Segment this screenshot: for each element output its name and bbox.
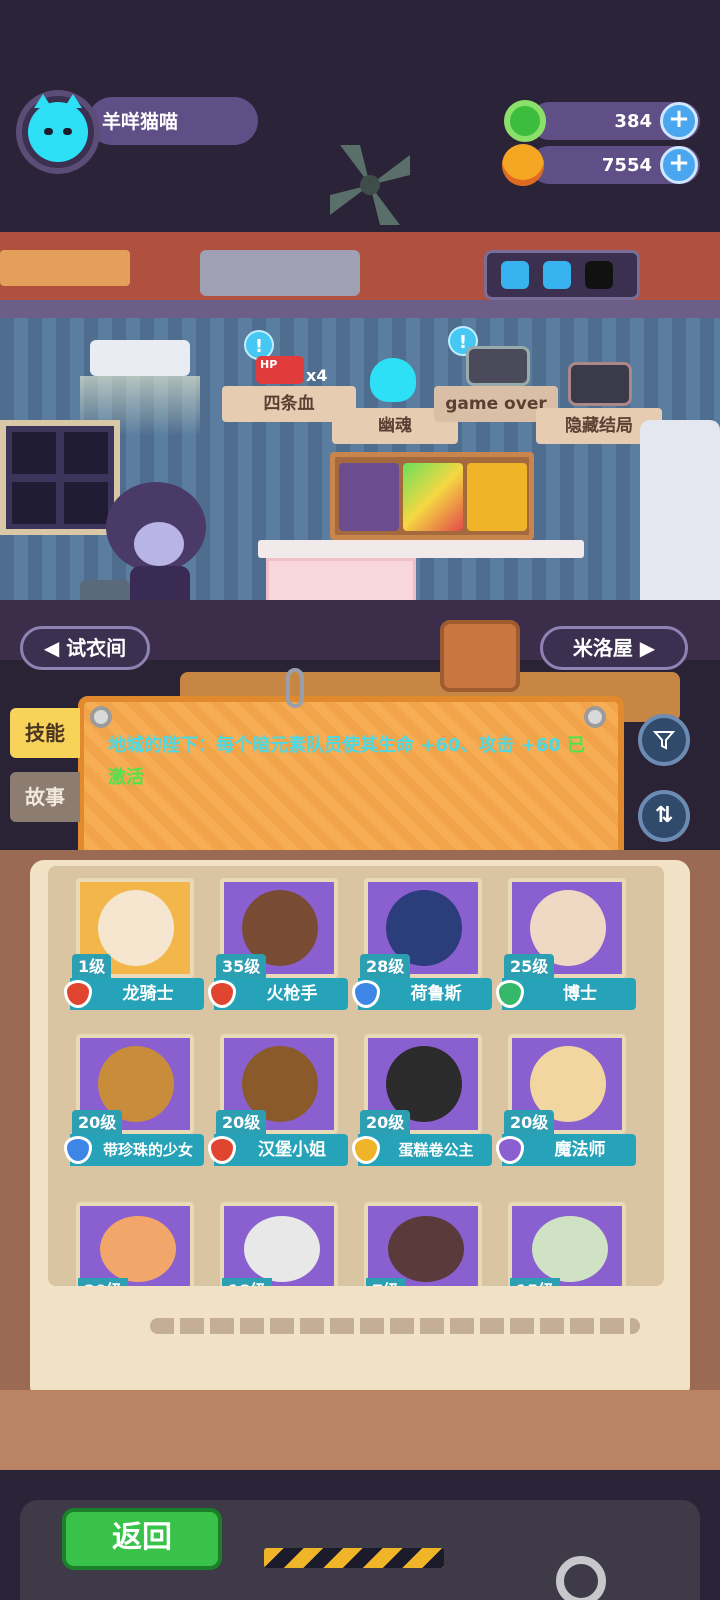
player-name: 羊咩猫喵 xyxy=(102,111,179,133)
trophy-slot xyxy=(339,463,399,531)
filter-icon xyxy=(652,731,676,750)
filter-button[interactable] xyxy=(638,714,690,766)
tab-skill[interactable]: 技能 xyxy=(10,708,80,758)
hero-card-partial[interactable]: 18级 xyxy=(220,1202,338,1286)
energy-battery xyxy=(484,250,640,300)
shelf-vent xyxy=(0,250,130,286)
hero-card-partial[interactable]: 15级 xyxy=(508,1202,626,1286)
hero-card[interactable]: 20级 魔法师 xyxy=(496,1028,636,1168)
hp-battery-icon: HP xyxy=(256,356,304,384)
hero-card-partial[interactable]: 20级 xyxy=(76,1202,194,1286)
sort-button[interactable]: ⇅ xyxy=(638,790,690,842)
hero-level: 25级 xyxy=(504,954,555,980)
hero-level: 18级 xyxy=(222,1278,273,1286)
hero-level: 35级 xyxy=(216,954,267,980)
skull-ghost-icon xyxy=(370,358,416,402)
hero-level: 28级 xyxy=(360,954,411,980)
currency-planet-value: 7554 xyxy=(601,155,652,176)
energy-cell-icon xyxy=(501,261,529,289)
currency-donut-value: 384 xyxy=(614,111,652,132)
shelf-device xyxy=(200,250,360,296)
cat-avatar-icon[interactable] xyxy=(28,94,88,162)
pin-icon xyxy=(90,706,112,728)
add-planet-button[interactable]: + xyxy=(660,146,698,184)
hero-card[interactable]: 20级 带珍珠的少女 xyxy=(64,1028,204,1168)
hero-card[interactable]: 20级 蛋糕卷公主 xyxy=(352,1028,492,1168)
sort-icon: ⇅ xyxy=(654,803,674,828)
trophy-slot xyxy=(403,463,463,531)
book-page-text-blurred xyxy=(150,1318,640,1334)
hero-card-partial[interactable]: 7级 xyxy=(364,1202,482,1286)
hero-card[interactable]: 20级 汉堡小姐 xyxy=(208,1028,348,1168)
book-spine xyxy=(0,1390,720,1470)
milo-house-button[interactable]: 米洛屋 ▶ xyxy=(540,626,688,670)
paperclip-icon xyxy=(286,668,304,708)
shelf-strip xyxy=(0,300,720,318)
hero-row-partial: 20级 18级 7级 15级 xyxy=(48,1196,664,1286)
player-name-plate[interactable]: 羊咩猫喵 xyxy=(88,97,258,145)
tab-story[interactable]: 故事 xyxy=(10,772,80,822)
hero-card[interactable]: 35级 火枪手 xyxy=(208,872,348,1012)
trophy-slot xyxy=(467,463,527,531)
hero-level: 20级 xyxy=(78,1278,129,1286)
empty-cell-icon xyxy=(585,261,613,289)
energy-cell-icon xyxy=(543,261,571,289)
donut-coin-icon xyxy=(504,100,546,142)
planet-gem-icon xyxy=(502,144,544,186)
hero-card[interactable]: 1级 龙骑士 xyxy=(64,872,204,1012)
fitting-room-button[interactable]: ◀ 试衣间 xyxy=(20,626,150,670)
hp-badge: x4 xyxy=(306,366,328,385)
trophy-display-case[interactable] xyxy=(330,452,534,540)
tombstone-tv-icon xyxy=(466,346,530,386)
hero-level: 20级 xyxy=(216,1110,267,1136)
hero-level: 15级 xyxy=(510,1278,561,1286)
skill-text: 地城的陛下：每个暗元素队员使其生命 +60、攻击 +60 xyxy=(108,735,561,756)
back-button[interactable]: 返回 xyxy=(62,1508,222,1570)
tv-icon xyxy=(568,362,632,406)
skill-description: 地城的陛下：每个暗元素队员使其生命 +60、攻击 +60 已激活 xyxy=(108,730,598,794)
hero-level: 7级 xyxy=(366,1278,406,1286)
hero-level: 20级 xyxy=(360,1110,411,1136)
hero-level: 20级 xyxy=(72,1110,123,1136)
add-donut-button[interactable]: + xyxy=(660,102,698,140)
fan-icon xyxy=(330,145,410,225)
ceiling-lamp xyxy=(90,340,190,376)
chat-box-icon[interactable] xyxy=(440,620,520,692)
pin-icon xyxy=(584,706,606,728)
hero-card[interactable]: 25级 博士 xyxy=(496,872,636,1012)
hazard-stripe xyxy=(264,1548,444,1568)
mannequin-outfit xyxy=(640,420,720,620)
gear-icon xyxy=(556,1556,606,1600)
hero-level: 20级 xyxy=(504,1110,555,1136)
hero-level: 1级 xyxy=(72,954,112,980)
hero-card[interactable]: 28级 荷鲁斯 xyxy=(352,872,492,1012)
